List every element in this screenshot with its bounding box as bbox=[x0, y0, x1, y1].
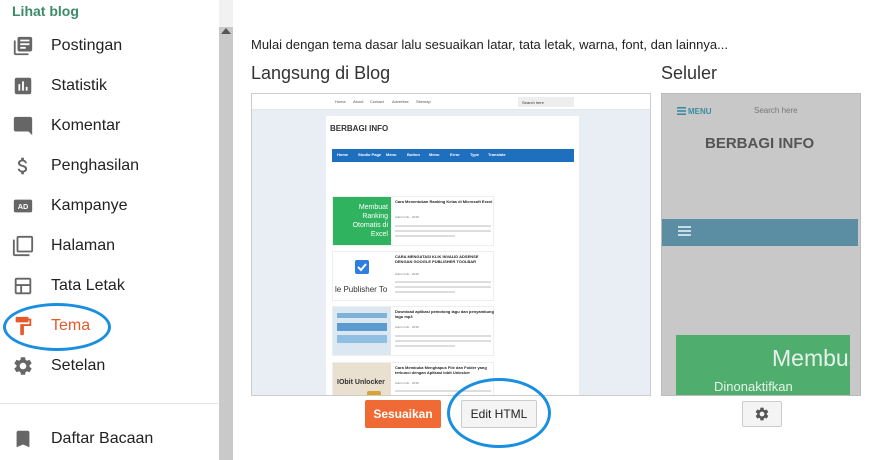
dollar-icon bbox=[17, 157, 28, 175]
thumbnail-text: Membuat bbox=[772, 345, 850, 371]
preview-blog-title: BERBAGI INFO bbox=[330, 124, 389, 133]
preview-nav-item: Menu bbox=[429, 152, 440, 157]
preview-top-link: Contact bbox=[370, 99, 384, 104]
sidebar-item-label: Statistik bbox=[51, 77, 108, 94]
waveform-bar bbox=[337, 323, 387, 331]
waveform-bar bbox=[337, 313, 387, 318]
post-title: Cara Membuka Menghapus File dan Folder y… bbox=[395, 365, 487, 375]
preview-top-link: About bbox=[353, 99, 364, 104]
sidebar-item-reading-list[interactable]: Daftar Bacaan bbox=[0, 421, 218, 457]
sidebar-item-posts[interactable]: Postingan bbox=[0, 28, 218, 64]
view-blog-link[interactable]: Lihat blog bbox=[12, 3, 79, 19]
post-meta: Admin Info · 2018 bbox=[395, 215, 419, 219]
posts-icon bbox=[13, 36, 33, 56]
sidebar-item-comments[interactable]: Komentar bbox=[0, 108, 218, 144]
post-thumbnail: Membuat Ranking Otomatis di Excel bbox=[333, 197, 391, 245]
post-excerpt-line bbox=[395, 335, 491, 337]
scroll-up-arrow[interactable] bbox=[221, 28, 231, 34]
sidebar-item-campaigns[interactable]: AD Kampanye bbox=[0, 188, 218, 224]
waveform-bar bbox=[337, 335, 387, 343]
mobile-menu-label: MENU bbox=[688, 107, 712, 116]
mobile-settings-button[interactable] bbox=[742, 401, 782, 427]
svg-text:AD: AD bbox=[18, 202, 29, 211]
preview-nav-item: Type bbox=[470, 152, 480, 157]
sidebar-item-label: Halaman bbox=[51, 237, 116, 254]
sidebar-item-label: Setelan bbox=[51, 357, 106, 374]
preview-nav-item: Menu bbox=[386, 152, 397, 157]
sidebar-item-earnings[interactable]: Penghasilan bbox=[0, 148, 218, 184]
sidebar-item-pages[interactable]: Halaman bbox=[0, 228, 218, 264]
lock-icon bbox=[367, 391, 381, 395]
mobile-nav-bar bbox=[662, 219, 858, 246]
post-meta: Admin Info · 2018 bbox=[395, 272, 419, 276]
mobile-theme-preview[interactable]: MENU Search here BERBAGI INFO Membuat Di… bbox=[661, 93, 861, 396]
sidebar-item-label: Tata Letak bbox=[51, 277, 125, 294]
annotation-circle-theme bbox=[3, 303, 111, 351]
sidebar-item-label: Postingan bbox=[51, 37, 123, 54]
preview-nav-item: Home bbox=[337, 152, 349, 157]
mobile-search: Search here bbox=[754, 106, 798, 115]
gear-icon bbox=[755, 407, 769, 421]
post-excerpt-line bbox=[395, 291, 455, 293]
post-excerpt-line bbox=[395, 345, 455, 347]
sidebar-item-label: Komentar bbox=[51, 117, 121, 134]
preview-nav-item: Studio Page bbox=[358, 152, 382, 157]
pages-icon bbox=[12, 235, 34, 257]
preview-nav-item: Error bbox=[450, 152, 460, 157]
thumbnail-text: Membuat Ranking Otomatis di Excel bbox=[352, 204, 388, 238]
sidebar-item-settings[interactable]: Setelan bbox=[0, 348, 218, 384]
intro-text: Mulai dengan tema dasar lalu sesuaikan l… bbox=[251, 37, 728, 52]
post-thumbnail: le Publisher To bbox=[333, 252, 391, 300]
preview-search: Search here bbox=[518, 97, 574, 107]
post-excerpt-line bbox=[395, 235, 455, 237]
post-excerpt-line bbox=[395, 281, 491, 283]
stats-icon bbox=[14, 77, 32, 95]
hamburger-icon bbox=[678, 230, 691, 232]
ad-icon: AD bbox=[13, 199, 33, 213]
post-excerpt-line bbox=[395, 340, 491, 342]
checkmark-icon bbox=[355, 260, 369, 274]
post-thumbnail bbox=[333, 307, 391, 355]
post-excerpt-line bbox=[395, 286, 491, 288]
menu-icon bbox=[677, 107, 686, 115]
mobile-heading: Seluler bbox=[661, 63, 718, 83]
preview-nav-item: Button bbox=[407, 152, 420, 157]
scrollbar-top bbox=[219, 0, 233, 27]
preview-top-link: Sitemap bbox=[416, 99, 431, 104]
sidebar: Lihat blog Postingan Statistik Komentar … bbox=[0, 0, 218, 460]
post-excerpt-line bbox=[395, 225, 491, 227]
sidebar-item-label: Kampanye bbox=[51, 197, 128, 214]
mobile-blog-title: BERBAGI INFO bbox=[705, 135, 815, 152]
sidebar-item-label: Penghasilan bbox=[51, 157, 140, 174]
sidebar-item-label: Daftar Bacaan bbox=[51, 430, 154, 447]
sidebar-item-stats[interactable]: Statistik bbox=[0, 68, 218, 104]
sidebar-item-layout[interactable]: Tata Letak bbox=[0, 268, 218, 304]
thumbnail-text: IObit Unlocker bbox=[337, 379, 385, 386]
preview-top-link: Advertise bbox=[392, 99, 409, 104]
post-title: Download aplikasi pemotong lagu dan peny… bbox=[395, 309, 494, 319]
preview-top-bar bbox=[252, 94, 650, 110]
sidebar-divider bbox=[0, 403, 218, 404]
scrollbar[interactable] bbox=[219, 27, 233, 460]
comment-icon bbox=[13, 116, 33, 136]
post-meta: Admin Info · 2018 bbox=[395, 325, 419, 329]
bookmark-icon bbox=[16, 430, 30, 448]
theme-page: Lihat blog Postingan Statistik Komentar … bbox=[0, 0, 878, 460]
preview-top-link: Home bbox=[335, 99, 346, 104]
desktop-theme-preview[interactable]: Home About Contact Advertise Sitemap Sea… bbox=[251, 93, 651, 396]
layout-icon bbox=[14, 277, 32, 295]
post-excerpt-line bbox=[395, 230, 491, 232]
thumbnail-text: le Publisher To bbox=[335, 285, 388, 294]
live-on-blog-heading: Langsung di Blog bbox=[251, 63, 391, 83]
annotation-circle-edit-html bbox=[447, 378, 551, 448]
post-title: Cara Menentukan Ranking Kelas di Microso… bbox=[395, 199, 493, 204]
thumbnail-text: Dinonaktifkan bbox=[714, 379, 793, 394]
post-meta: Admin Info · 2018 bbox=[395, 381, 419, 385]
customize-button[interactable]: Sesuaikan bbox=[365, 400, 441, 428]
mobile-post-thumbnail: Membuat Dinonaktifkan bbox=[676, 335, 850, 395]
preview-nav-item: Translate bbox=[488, 152, 506, 157]
post-title: CARA MENGATASI KLIK INVALID ADSENSE DENG… bbox=[395, 254, 479, 264]
post-thumbnail: IObit Unlocker bbox=[333, 363, 391, 395]
gear-icon bbox=[14, 357, 32, 375]
